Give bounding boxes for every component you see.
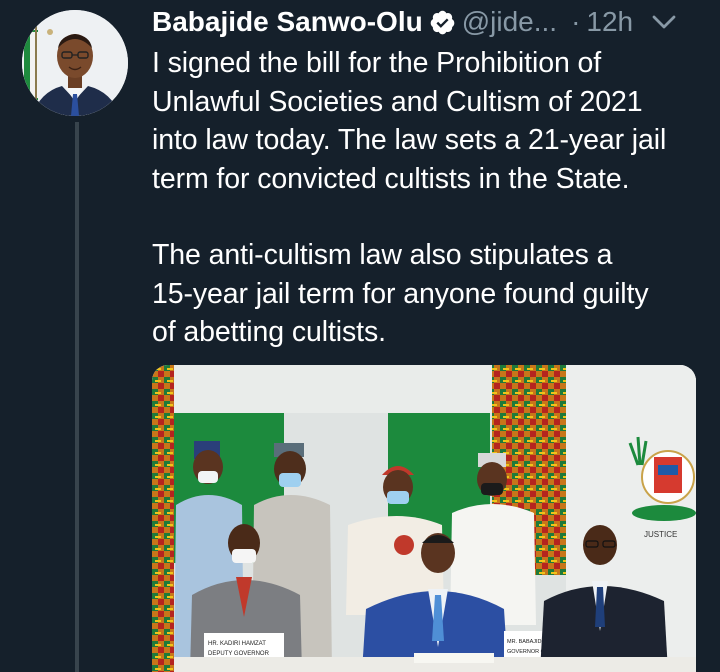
tweet[interactable]: Babajide Sanwo-Olu @jide... · 12h I sign…: [0, 0, 720, 672]
author-name[interactable]: Babajide Sanwo-Olu: [152, 6, 423, 38]
separator-dot: ·: [571, 6, 581, 37]
tweet-timestamp[interactable]: 12h: [586, 6, 633, 38]
tweet-text-paragraph-2: The anti-cultism law also stipulates a 1…: [152, 239, 649, 348]
avatar[interactable]: [22, 10, 128, 116]
avatar-column: [22, 10, 130, 116]
verified-badge-icon: [430, 10, 455, 34]
tweet-photo[interactable]: JUSTICE HR. KADIRI HAMZAT DEPUTY GOVERNO…: [152, 365, 696, 672]
tweet-content: Babajide Sanwo-Olu @jide... · 12h I sign…: [152, 0, 712, 352]
crest-label: JUSTICE: [644, 530, 677, 539]
tweet-header: Babajide Sanwo-Olu @jide... · 12h: [152, 0, 712, 44]
bill-signing-photo: JUSTICE HR. KADIRI HAMZAT DEPUTY GOVERNO…: [152, 365, 696, 672]
chevron-down-icon[interactable]: [649, 7, 679, 37]
name-plate-left-line-1: HR. KADIRI HAMZAT: [208, 641, 266, 647]
name-plate-left-line-2: DEPUTY GOVERNOR: [208, 651, 270, 657]
avatar-portrait-image: [22, 10, 128, 116]
author-handle[interactable]: @jide...: [462, 6, 557, 38]
thread-connector-line: [75, 122, 79, 672]
tweet-text-paragraph-1: I signed the bill for the Prohibition of…: [152, 47, 667, 195]
